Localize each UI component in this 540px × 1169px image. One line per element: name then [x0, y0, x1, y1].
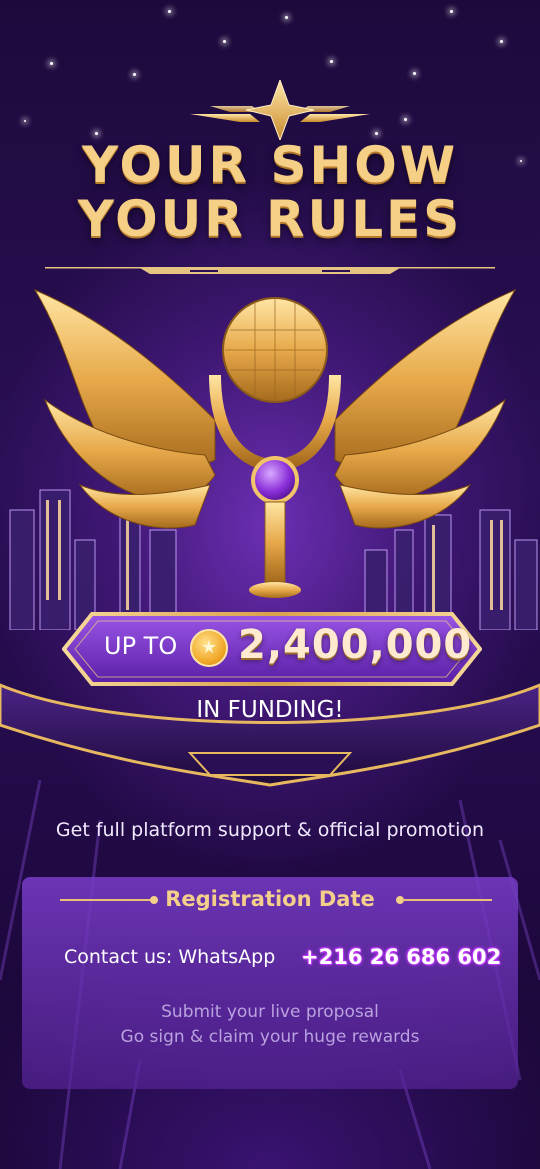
registration-title: Registration Date — [165, 887, 375, 911]
title-divider — [45, 267, 495, 274]
banner-prefix: UP TO — [104, 632, 178, 660]
funding-banner: UP TO ★ 2,400,000 — [62, 612, 482, 686]
note-line-1: Submit your live proposal — [161, 1002, 379, 1022]
star-ornament-icon — [190, 80, 370, 140]
hero-title-line2: YOUR RULES — [77, 190, 463, 248]
note-line-2: Go sign & claim your huge rewards — [120, 1027, 420, 1047]
contact-label: Contact us: WhatsApp — [64, 946, 276, 968]
registration-card: Registration Date Contact us: WhatsApp +… — [22, 877, 518, 1089]
funding-amount: 2,400,000 — [238, 622, 473, 668]
whatsapp-phone-link[interactable]: +216 26 686 602 — [301, 945, 501, 969]
support-text: Get full platform support & official pro… — [55, 819, 485, 841]
gold-star-coin-icon: ★ — [190, 629, 228, 667]
golden-winged-microphone-icon — [33, 288, 517, 598]
funding-suffix: IN FUNDING! — [196, 697, 344, 723]
hero-title-line1: YOUR SHOW — [82, 136, 458, 194]
